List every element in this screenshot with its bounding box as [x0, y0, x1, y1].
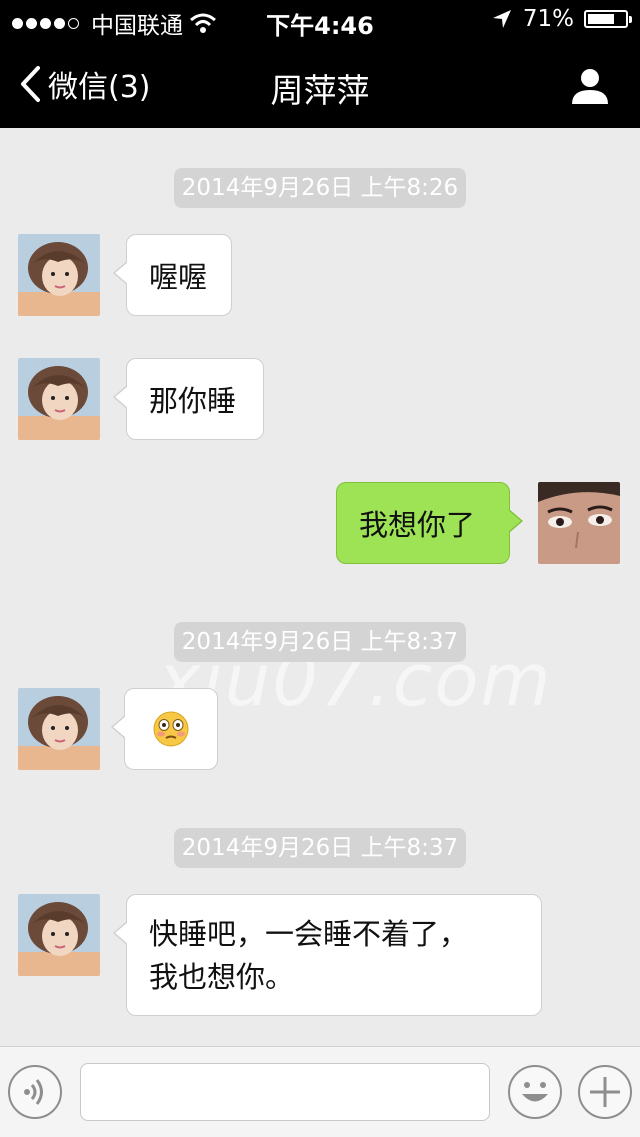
emoji-icon: [522, 1082, 548, 1102]
outgoing-message-bubble[interactable]: 我想你了: [336, 482, 523, 564]
message-input-bar: [0, 1046, 640, 1137]
voice-icon: [24, 1079, 43, 1105]
battery-icon: [584, 10, 632, 28]
plus-icon: [590, 1077, 620, 1107]
location-arrow-icon: [492, 10, 511, 28]
incoming-message-bubble[interactable]: 快睡吧，一会睡不着了， 我也想你。: [113, 894, 542, 1016]
emoji-button[interactable]: [508, 1065, 562, 1119]
incoming-message-bubble[interactable]: 喔喔: [113, 234, 232, 316]
message-text-field[interactable]: [80, 1063, 490, 1121]
message-timestamp: 2014年9月26日 上午8:26: [174, 168, 466, 208]
status-bar: 中国联通 下午4:46 71%: [0, 0, 640, 40]
contact-avatar[interactable]: [18, 688, 100, 770]
chat-message-list[interactable]: 2014年9月26日 上午8:26 喔喔 那你睡 我想你了 xiu07.com …: [0, 128, 640, 1046]
battery-percentage: 71%: [522, 6, 574, 32]
voice-input-button[interactable]: [8, 1065, 62, 1119]
more-options-button[interactable]: [578, 1065, 632, 1119]
message-line: 我也想你。: [149, 960, 295, 994]
message-line: 快睡吧，一会睡不着了，: [149, 917, 469, 951]
incoming-message-bubble[interactable]: 😳: [111, 688, 218, 770]
contact-profile-button[interactable]: [570, 66, 610, 106]
message-timestamp: 2014年9月26日 上午8:37: [174, 828, 466, 868]
message-timestamp: 2014年9月26日 上午8:37: [174, 622, 466, 662]
flushed-face-emoji-icon: [153, 711, 189, 747]
nav-bar: 微信(3) 周萍萍: [0, 40, 640, 128]
user-avatar[interactable]: [538, 482, 620, 564]
chat-title: 周萍萍: [270, 71, 370, 110]
contact-avatar[interactable]: [18, 894, 100, 976]
contact-avatar[interactable]: [18, 358, 100, 440]
incoming-message-bubble[interactable]: 那你睡: [113, 358, 264, 440]
contact-avatar[interactable]: [18, 234, 100, 316]
status-right: 71%: [491, 6, 632, 32]
